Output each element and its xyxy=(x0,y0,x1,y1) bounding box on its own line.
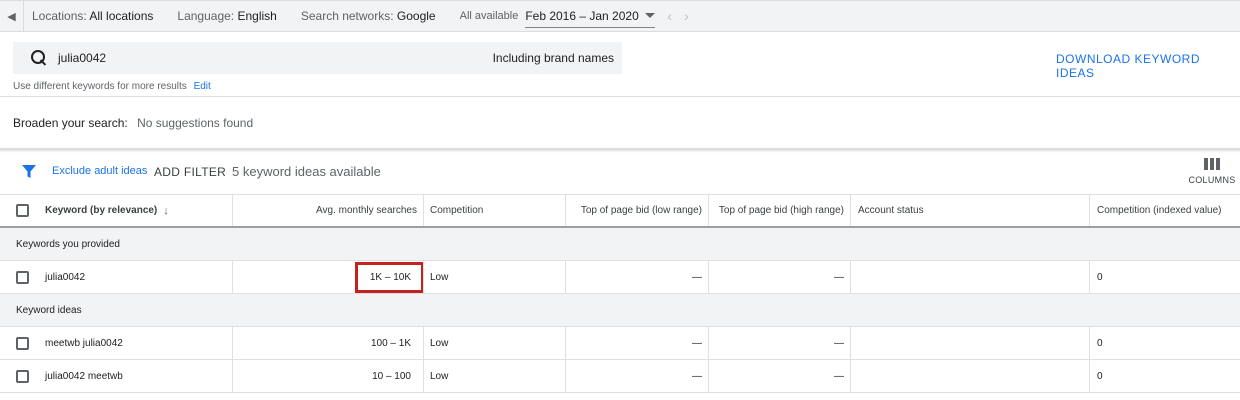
row-checkbox[interactable] xyxy=(16,369,29,383)
avg-searches-cell: 10 – 100 xyxy=(372,370,411,382)
brand-names-toggle[interactable]: Including brand names xyxy=(493,51,614,65)
keyword-cell: julia0042 meetwb xyxy=(45,370,123,382)
locations-setting[interactable]: Locations: All locations xyxy=(32,9,153,23)
search-icon xyxy=(30,49,48,67)
competition-index-cell: 0 xyxy=(1097,370,1103,382)
header-high-bid[interactable]: Top of page bid (high range) xyxy=(708,195,844,226)
language-setting[interactable]: Language: English xyxy=(177,9,276,23)
row-checkbox[interactable] xyxy=(16,270,29,284)
group-label: Keywords you provided xyxy=(16,238,120,250)
columns-button[interactable]: COLUMNS xyxy=(1188,156,1236,190)
locations-value: All locations xyxy=(89,9,154,23)
competition-index-cell: 0 xyxy=(1097,271,1103,283)
group-label: Keyword ideas xyxy=(16,304,82,316)
keyword-count: 5 keyword ideas available xyxy=(232,164,381,179)
top-settings-bar: ◀ Locations: All locations Language: Eng… xyxy=(0,0,1240,32)
select-all-checkbox[interactable] xyxy=(16,204,29,217)
columns-label: COLUMNS xyxy=(1188,175,1236,185)
keyword-cell: meetwb julia0042 xyxy=(45,337,123,349)
sort-arrow-icon: ↓ xyxy=(163,204,169,217)
keyword-cell: julia0042 xyxy=(45,271,86,283)
date-range-value: Feb 2016 – Jan 2020 xyxy=(525,8,639,23)
account-status-cell xyxy=(858,327,1078,359)
date-range-select[interactable]: Feb 2016 – Jan 2020 xyxy=(525,4,656,28)
filter-icon[interactable] xyxy=(22,165,36,179)
header-low-bid[interactable]: Top of page bid (low range) xyxy=(566,195,702,226)
filter-bar: Exclude adult ideas ADD FILTER 5 keyword… xyxy=(0,150,1240,194)
previous-period-icon[interactable]: ‹ xyxy=(667,8,672,24)
search-networks-label: Search networks: xyxy=(300,9,394,23)
table-row: meetwb julia0042 100 – 1K Low — — 0 xyxy=(0,327,1240,360)
columns-icon xyxy=(1204,158,1220,170)
broaden-label: Broaden your search: xyxy=(13,116,128,130)
broaden-search: Broaden your search: No suggestions foun… xyxy=(13,116,253,130)
search-hint-text: Use different keywords for more results xyxy=(13,81,187,92)
low-bid-cell: — xyxy=(692,337,702,349)
high-bid-cell: — xyxy=(834,271,844,283)
header-keyword[interactable]: Keyword (by relevance) ↓ xyxy=(45,195,230,226)
group-row-ideas: Keyword ideas xyxy=(0,294,1240,327)
search-networks-value: Google xyxy=(396,9,436,23)
next-period-icon[interactable]: › xyxy=(684,8,689,24)
low-bid-cell: — xyxy=(692,370,702,382)
low-bid-cell: — xyxy=(692,271,702,283)
locations-label: Locations: xyxy=(32,9,87,23)
search-hint: Use different keywords for more results … xyxy=(13,81,211,92)
high-bid-cell: — xyxy=(834,370,844,382)
edit-link[interactable]: Edit xyxy=(194,81,211,92)
header-avg-monthly-searches[interactable]: Avg. monthly searches xyxy=(233,195,417,226)
account-status-cell xyxy=(858,360,1078,392)
competition-cell: Low xyxy=(430,337,449,349)
highlight-box xyxy=(355,262,424,293)
select-all-checkbox-cell[interactable] xyxy=(16,195,30,226)
language-label: Language: xyxy=(177,9,235,23)
group-row-provided: Keywords you provided xyxy=(0,228,1240,261)
competition-cell: Low xyxy=(430,370,449,382)
header-account-status[interactable]: Account status xyxy=(858,195,1078,226)
date-nav: ‹ › xyxy=(667,8,688,24)
table-header-row: Keyword (by relevance) ↓ Avg. monthly se… xyxy=(0,194,1240,228)
back-arrow-icon[interactable]: ◀ xyxy=(0,1,24,31)
language-value: English xyxy=(237,9,277,23)
divider xyxy=(0,96,1240,97)
broaden-value: No suggestions found xyxy=(137,116,254,130)
date-range-picker: All available Feb 2016 – Jan 2020 xyxy=(460,4,656,28)
header-competition[interactable]: Competition xyxy=(430,195,560,226)
add-filter-button[interactable]: ADD FILTER xyxy=(154,165,226,179)
account-status-cell xyxy=(858,261,1078,293)
table-row: julia0042 1K – 10K Low — — 0 xyxy=(0,261,1240,294)
table-row: julia0042 meetwb 10 – 100 Low — — 0 xyxy=(0,360,1240,393)
search-input[interactable]: julia0042 xyxy=(58,51,493,65)
keyword-table: Keyword (by relevance) ↓ Avg. monthly se… xyxy=(0,194,1240,393)
search-networks-setting[interactable]: Search networks: Google xyxy=(301,9,436,23)
competition-cell: Low xyxy=(430,271,449,283)
chevron-down-icon xyxy=(645,13,656,18)
header-competition-index[interactable]: Competition (indexed value) xyxy=(1097,195,1237,226)
high-bid-cell: — xyxy=(834,337,844,349)
exclude-adult-ideas-link[interactable]: Exclude adult ideas xyxy=(52,165,147,177)
download-keyword-ideas-button[interactable]: DOWNLOAD KEYWORD IDEAS xyxy=(1056,52,1240,80)
row-checkbox[interactable] xyxy=(16,336,29,350)
avg-searches-cell: 100 – 1K xyxy=(370,337,411,349)
keyword-search-box[interactable]: julia0042 Including brand names xyxy=(13,42,622,74)
date-range-label: All available xyxy=(459,10,519,22)
header-keyword-label: Keyword (by relevance) xyxy=(45,205,158,216)
competition-index-cell: 0 xyxy=(1097,337,1103,349)
